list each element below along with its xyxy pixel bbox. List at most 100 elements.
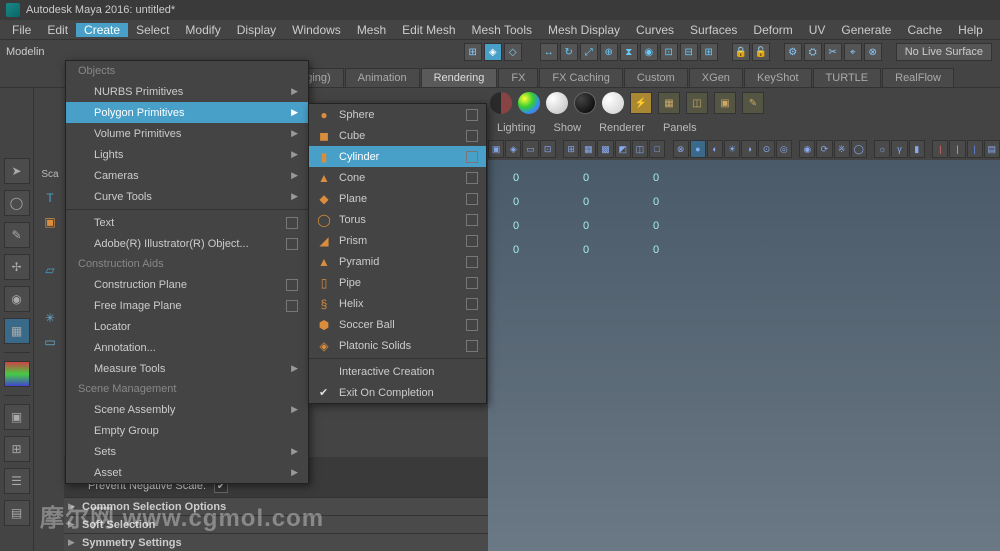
vp-bookmark-icon[interactable]: ◈ (505, 140, 521, 158)
live-surface[interactable]: No Live Surface (896, 43, 992, 61)
menu-deform[interactable]: Deform (745, 23, 800, 37)
submenu-prism[interactable]: ◢Prism (309, 230, 486, 251)
vp-shadow-icon[interactable]: ◑ (741, 140, 757, 158)
menu-mesh-tools[interactable]: Mesh Tools (464, 23, 540, 37)
shader-black-icon[interactable] (574, 92, 596, 114)
vp-motion-icon[interactable]: ⟳ (816, 140, 832, 158)
menu-help[interactable]: Help (950, 23, 991, 37)
menuitem-nurbs-primitives[interactable]: NURBS Primitives▶ (66, 81, 308, 102)
submenu-cone[interactable]: ▲Cone (309, 167, 486, 188)
tab-fx[interactable]: FX (498, 68, 538, 87)
menu-mesh[interactable]: Mesh (349, 23, 394, 37)
vp-gamma-icon[interactable]: γ (891, 140, 907, 158)
menu-select[interactable]: Select (128, 23, 177, 37)
submenu-pyramid[interactable]: ▲Pyramid (309, 251, 486, 272)
render-view-icon[interactable]: ▣ (714, 92, 736, 114)
menu-create[interactable]: Create (76, 23, 128, 37)
rotate-tool-icon[interactable]: ◉ (4, 286, 30, 312)
construct3-icon[interactable]: ✂ (824, 43, 842, 61)
menuitem-curve-tools[interactable]: Curve Tools▶ (66, 186, 308, 207)
tab-animation[interactable]: Animation (345, 68, 420, 87)
submenu-torus[interactable]: ◯Torus (309, 209, 486, 230)
vp-viewtransform-icon[interactable]: ▮ (909, 140, 925, 158)
menuitem-cameras[interactable]: Cameras▶ (66, 165, 308, 186)
vp-menu-panels[interactable]: Panels (654, 122, 706, 134)
vp-menu-lighting[interactable]: Lighting (488, 122, 545, 134)
transform-icon[interactable]: ⊕ (600, 43, 618, 61)
tab-xgen[interactable]: XGen (689, 68, 743, 87)
expander-soft-selection[interactable]: ▶Soft Selection (64, 515, 488, 533)
tab-realflow[interactable]: RealFlow (882, 68, 954, 87)
vp-res-gate-icon[interactable]: ▩ (597, 140, 613, 158)
construct2-icon[interactable]: ⛭ (804, 43, 822, 61)
shader-split-icon[interactable] (490, 92, 512, 114)
plane-icon[interactable]: ▱ (40, 260, 60, 280)
vp-shaded-icon[interactable]: ● (690, 140, 706, 158)
menu-generate[interactable]: Generate (833, 23, 899, 37)
vp-select-camera-icon[interactable]: ▣ (488, 140, 504, 158)
construct5-icon[interactable]: ⊗ (864, 43, 882, 61)
vp-xaxis-icon[interactable]: | (932, 140, 948, 158)
vp-gate-mask-icon[interactable]: ◩ (615, 140, 631, 158)
submenu-sphere[interactable]: ●Sphere (309, 104, 486, 125)
vp-hud-icon[interactable]: ▤ (984, 140, 1000, 158)
vp-grid-icon[interactable]: ⊞ (563, 140, 579, 158)
submenu-cube[interactable]: ◼Cube (309, 125, 486, 146)
vp-xray-icon[interactable]: ⊙ (758, 140, 774, 158)
menuitem-lights[interactable]: Lights▶ (66, 144, 308, 165)
expander-symmetry[interactable]: ▶Symmetry Settings (64, 533, 488, 551)
layout-four-icon[interactable]: ⊞ (4, 436, 30, 462)
vp-ao-icon[interactable]: ◉ (799, 140, 815, 158)
rotate-icon[interactable]: ↻ (560, 43, 578, 61)
submenu-plane[interactable]: ◆Plane (309, 188, 486, 209)
shader-lambert-icon[interactable] (546, 92, 568, 114)
vp-textured-icon[interactable]: ◐ (707, 140, 723, 158)
menuitem-volume-primitives[interactable]: Volume Primitives▶ (66, 123, 308, 144)
shader-ramp-icon[interactable] (518, 92, 540, 114)
text-icon[interactable]: T (40, 188, 60, 208)
snap-grid-icon[interactable]: ⊞ (464, 43, 482, 61)
construct-icon[interactable]: ⚙ (784, 43, 802, 61)
vp-zaxis-icon[interactable]: | (967, 140, 983, 158)
submenu-soccer-ball[interactable]: ⬢Soccer Ball (309, 314, 486, 335)
ipr-icon[interactable]: ◫ (686, 92, 708, 114)
lasso-tool-icon[interactable]: ◯ (4, 190, 30, 216)
submenu-exit-on-completion[interactable]: ✔Exit On Completion (309, 382, 486, 403)
menu-file[interactable]: File (4, 23, 39, 37)
menuitem-scene-assembly[interactable]: Scene Assembly▶ (66, 399, 308, 420)
move-tool-icon[interactable]: ✢ (4, 254, 30, 280)
menuitem-text[interactable]: Text (66, 212, 308, 233)
vp-film-gate-icon[interactable]: ▦ (580, 140, 596, 158)
scale-tool-icon[interactable]: ▦ (4, 318, 30, 344)
submenu-cylinder[interactable]: ▮Cylinder (309, 146, 486, 167)
vp-2d-icon[interactable]: ⊡ (540, 140, 556, 158)
last-tool-icon[interactable] (4, 361, 30, 387)
vp-dof-icon[interactable]: ◯ (851, 140, 867, 158)
tab-rendering[interactable]: Rendering (421, 68, 498, 87)
tab-fxcaching[interactable]: FX Caching (539, 68, 622, 87)
move-icon[interactable]: ↔ (540, 43, 558, 61)
scale-icon[interactable]: ⤢ (580, 43, 598, 61)
menu-edit[interactable]: Edit (39, 23, 76, 37)
menuitem-locator[interactable]: Locator (66, 316, 308, 337)
layout-single-icon[interactable]: ▣ (4, 404, 30, 430)
soft-icon[interactable]: ◉ (640, 43, 658, 61)
submenu-interactive-creation[interactable]: Interactive Creation (309, 361, 486, 382)
batch-render-icon[interactable]: ▦ (658, 92, 680, 114)
render-settings-icon[interactable]: ⚡ (630, 92, 652, 114)
vp-isolate-icon[interactable]: ◎ (776, 140, 792, 158)
layout-persp-icon[interactable]: ▤ (4, 500, 30, 526)
menu-mesh-display[interactable]: Mesh Display (540, 23, 628, 37)
submenu-pipe[interactable]: ▯Pipe (309, 272, 486, 293)
vp-aa-icon[interactable]: ※ (834, 140, 850, 158)
snap-curve-icon[interactable]: ◈ (484, 43, 502, 61)
locator-icon[interactable]: ✳ (40, 308, 60, 328)
menuitem-asset[interactable]: Asset▶ (66, 462, 308, 483)
menu-windows[interactable]: Windows (284, 23, 349, 37)
menuitem-sets[interactable]: Sets▶ (66, 441, 308, 462)
menuitem-illustrator[interactable]: Adobe(R) Illustrator(R) Object... (66, 233, 308, 254)
viewport[interactable]: 000 000 000 000 (488, 160, 1000, 551)
lock-icon[interactable]: 🔒 (732, 43, 750, 61)
render-frame-icon[interactable]: ✎ (742, 92, 764, 114)
menu-display[interactable]: Display (229, 23, 284, 37)
